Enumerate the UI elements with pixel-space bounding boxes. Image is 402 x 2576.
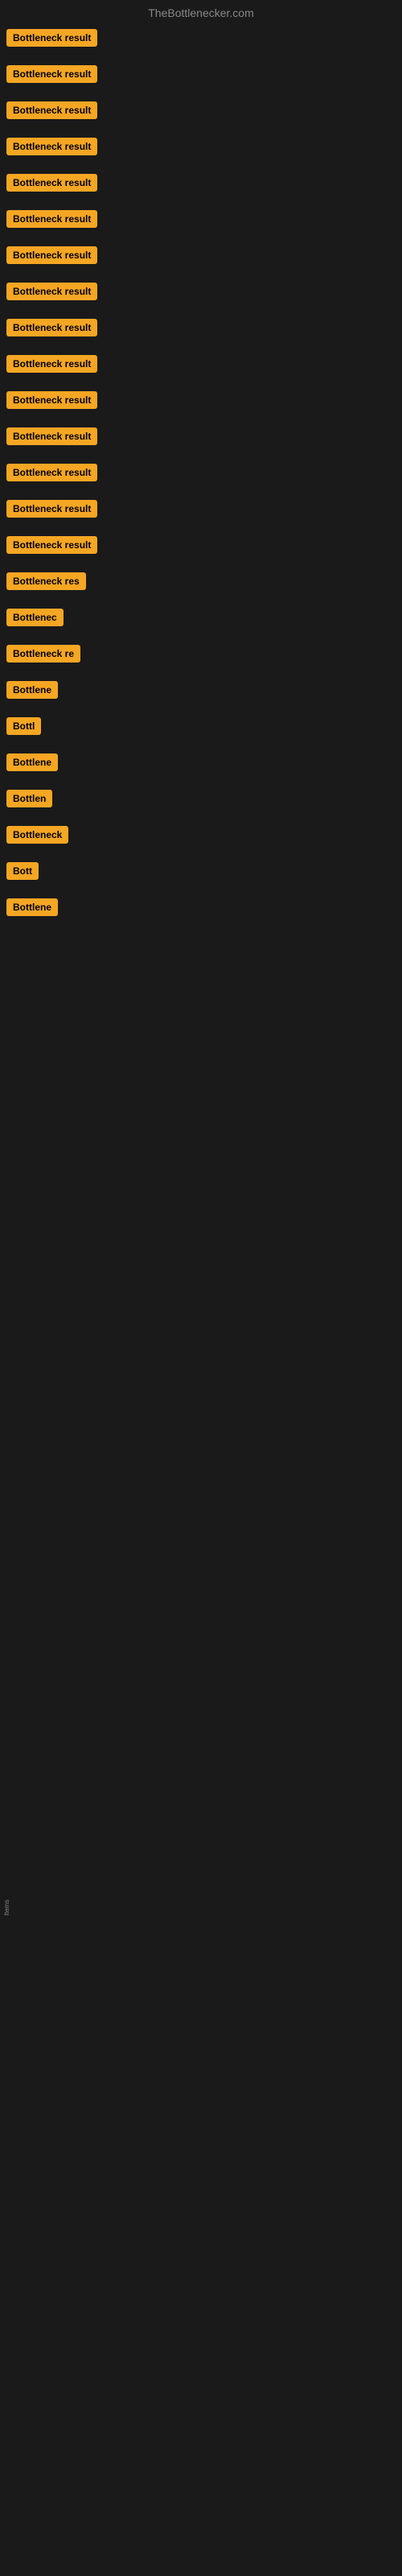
bottleneck-badge[interactable]: Bottleneck result	[6, 464, 97, 481]
bottleneck-badge[interactable]: Bottleneck result	[6, 65, 97, 83]
site-title: TheBottlenecker.com	[148, 6, 254, 19]
bottleneck-badge[interactable]: Bottleneck result	[6, 355, 97, 373]
list-item: Bottleneck result	[6, 464, 402, 485]
list-item: Bottlene	[6, 898, 402, 920]
list-item: Bottleneck result	[6, 174, 402, 196]
bottleneck-badge[interactable]: Bottleneck result	[6, 174, 97, 192]
bottleneck-badge[interactable]: Bottleneck result	[6, 138, 97, 155]
bottleneck-badge[interactable]: Bottleneck re	[6, 645, 80, 663]
list-item: Bottleneck res	[6, 572, 402, 594]
list-item: Bott	[6, 862, 402, 884]
bottleneck-badge[interactable]: Bottleneck result	[6, 536, 97, 554]
list-item: Bottleneck result	[6, 319, 402, 341]
bottleneck-badge[interactable]: Bottleneck result	[6, 427, 97, 445]
list-item: Bottlene	[6, 753, 402, 775]
list-item: Bottleneck re	[6, 645, 402, 667]
list-item: Bottlenec	[6, 609, 402, 630]
site-header: TheBottlenecker.com	[0, 0, 402, 29]
list-item: Bottleneck result	[6, 65, 402, 87]
bottleneck-badge[interactable]: Bottleneck result	[6, 500, 97, 518]
list-item: Bottleneck result	[6, 29, 402, 51]
bottleneck-badge[interactable]: Bottlene	[6, 898, 58, 916]
list-item: Bottleneck result	[6, 536, 402, 558]
bottleneck-badge[interactable]: Bottleneck result	[6, 246, 97, 264]
bottleneck-badge[interactable]: Bottleneck	[6, 826, 68, 844]
bottleneck-badge[interactable]: Bottleneck result	[6, 319, 97, 336]
list-item: Bottl	[6, 717, 402, 739]
bottleneck-badge[interactable]: Bottleneck res	[6, 572, 86, 590]
bottleneck-badge[interactable]: Bottleneck result	[6, 283, 97, 300]
bottleneck-badge[interactable]: Bottleneck result	[6, 29, 97, 47]
bottleneck-badge[interactable]: Bottleneck result	[6, 391, 97, 409]
bottleneck-badge[interactable]: Bottl	[6, 717, 41, 735]
bottleneck-badge[interactable]: Bottlene	[6, 681, 58, 699]
list-item: Bottleneck result	[6, 391, 402, 413]
list-item: Bottleneck	[6, 826, 402, 848]
list-item: Bottleneck result	[6, 427, 402, 449]
list-item: Bottleneck result	[6, 246, 402, 268]
list-item: Bottlen	[6, 790, 402, 811]
list-item: Bottleneck result	[6, 500, 402, 522]
list-item: Bottlene	[6, 681, 402, 703]
bottom-label: Items	[3, 1900, 10, 1916]
list-item: Bottleneck result	[6, 210, 402, 232]
bottleneck-badge[interactable]: Bottleneck result	[6, 101, 97, 119]
bottleneck-badge[interactable]: Bott	[6, 862, 39, 880]
bottleneck-badge[interactable]: Bottlen	[6, 790, 52, 807]
list-item: Bottleneck result	[6, 355, 402, 377]
bottleneck-badge[interactable]: Bottlene	[6, 753, 58, 771]
bottleneck-badge[interactable]: Bottleneck result	[6, 210, 97, 228]
list-item: Bottleneck result	[6, 138, 402, 159]
list-item: Bottleneck result	[6, 101, 402, 123]
bottleneck-badge[interactable]: Bottlenec	[6, 609, 64, 626]
list-item: Bottleneck result	[6, 283, 402, 304]
